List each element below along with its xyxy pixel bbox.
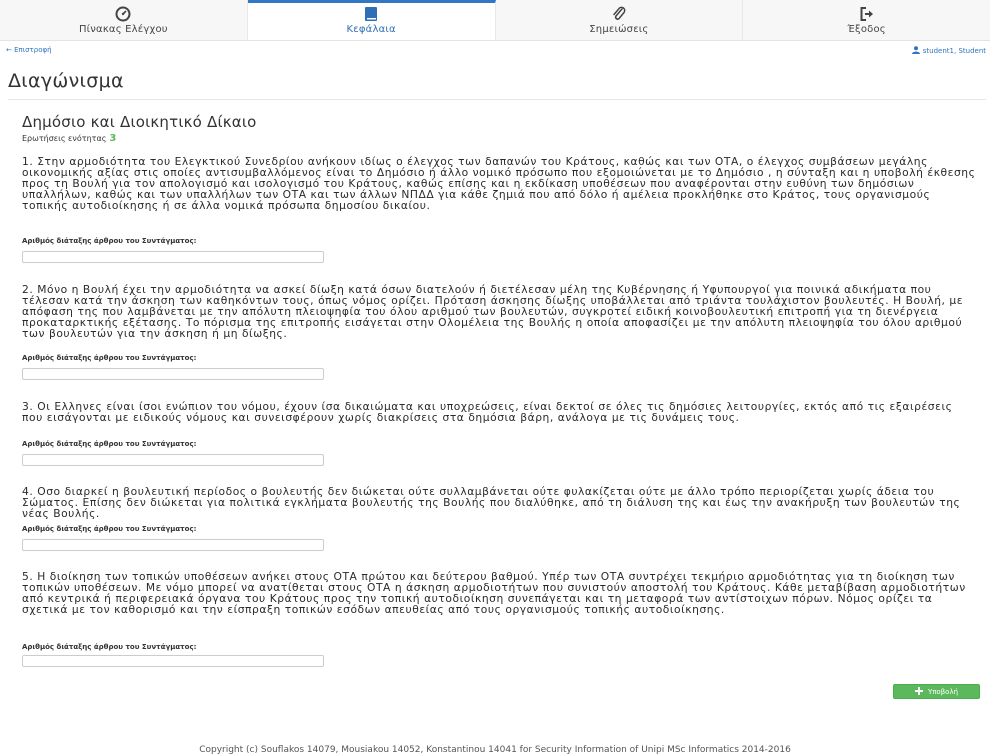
submit-button[interactable]: Υποβολή	[893, 684, 980, 699]
field-label: Αριθμός διάταξης άρθρου του Συντάγματος:	[22, 440, 197, 448]
field-label: Αριθμός διάταξης άρθρου του Συντάγματος:	[22, 354, 197, 362]
field-label: Αριθμός διάταξης άρθρου του Συντάγματος:	[22, 525, 197, 533]
article-number-input[interactable]	[22, 368, 324, 380]
question-count: Ερωτήσεις ενότητας 3	[22, 133, 116, 144]
tab-notes[interactable]: Σημειώσεις	[496, 0, 744, 40]
field-label: Αριθμός διάταξης άρθρου του Συντάγματος:	[22, 237, 197, 245]
question-count-label: Ερωτήσεις ενότητας	[22, 134, 107, 143]
question-count-value: 3	[109, 133, 117, 144]
field-label: Αριθμός διάταξης άρθρου του Συντάγματος:	[22, 643, 197, 651]
sub-bar: ← Επιστροφή student1, Student	[0, 44, 990, 56]
article-number-input[interactable]	[22, 251, 324, 263]
question-text: 4. Οσο διαρκεί η βουλευτική περίοδος ο β…	[22, 485, 961, 520]
user-icon	[911, 46, 920, 56]
question-text: 1. Στην αρμοδιότητα του Ελεγκτικού Συνεδ…	[22, 155, 976, 212]
article-number-input[interactable]	[22, 539, 324, 551]
paperclip-icon	[611, 5, 627, 22]
tab-notes-label: Σημειώσεις	[589, 24, 649, 35]
tab-dashboard[interactable]: Πίνακας Ελέγχου	[0, 0, 248, 40]
divider	[8, 99, 986, 100]
plus-icon	[914, 686, 923, 697]
tab-chapters-label: Κεφάλαια	[346, 24, 396, 35]
tab-exit-label: Έξοδος	[847, 24, 886, 35]
user-name: student1, Student	[922, 47, 986, 55]
back-link[interactable]: ← Επιστροφή	[6, 46, 52, 54]
tab-exit[interactable]: Έξοδος	[743, 0, 990, 40]
top-navigation: Πίνακας Ελέγχου Κεφάλαια Σημειώσεις Έξοδ…	[0, 0, 990, 41]
dashboard-icon	[115, 5, 131, 22]
section-title: Δημόσιο και Διοικητικό Δίκαιο	[22, 113, 257, 131]
book-icon	[364, 5, 378, 22]
article-number-input[interactable]	[22, 454, 324, 466]
page-title: Διαγώνισμα	[8, 70, 124, 92]
question-text: 5. Η διοίκηση των τοπικών υποθέσεων ανήκ…	[22, 570, 966, 616]
tab-chapters[interactable]: Κεφάλαια	[247, 0, 496, 40]
tab-dashboard-label: Πίνακας Ελέγχου	[78, 24, 168, 35]
footer: Copyright (c) Souflakos 14079, Mousiakou…	[199, 745, 791, 755]
user-link[interactable]: student1, Student	[911, 46, 986, 56]
question-text: 2. Μόνο η Βουλή έχει την αρμοδιότητα να …	[22, 283, 964, 340]
sign-out-icon	[859, 5, 875, 22]
submit-label: Υποβολή	[927, 687, 959, 696]
article-number-input[interactable]	[22, 655, 324, 667]
question-text: 3. Οι Ελληνες είναι ίσοι ενώπιον του νόμ…	[22, 400, 953, 424]
